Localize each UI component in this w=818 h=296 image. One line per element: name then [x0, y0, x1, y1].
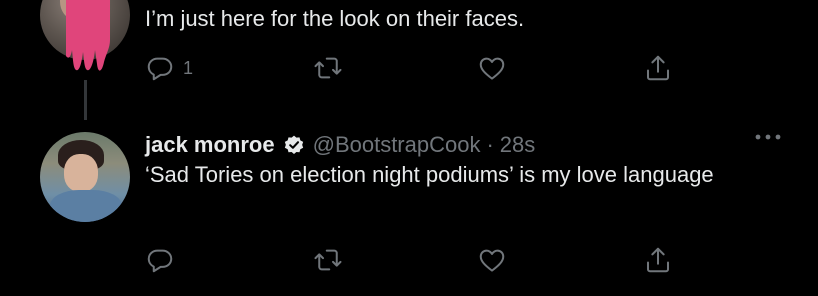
tweet-actions: 1 [145, 50, 685, 86]
share-icon [647, 247, 669, 273]
avatar-shirt [50, 190, 122, 222]
handle[interactable]: @BootstrapCook [313, 132, 481, 158]
timestamp[interactable]: 28s [500, 132, 535, 158]
retweet-icon [314, 249, 342, 271]
tweet-content: jack monroe @BootstrapCook · 28s ‘Sad To… [145, 130, 788, 190]
tweet-actions [145, 242, 685, 278]
tweet-2[interactable]: jack monroe @BootstrapCook · 28s ‘Sad To… [0, 120, 818, 296]
pink-drip-decoration [66, 0, 110, 71]
tweet-text: ‘Sad Tories on election night podiums’ i… [145, 162, 714, 187]
avatar-face [64, 154, 98, 192]
share-icon [647, 55, 669, 81]
like-button[interactable] [477, 50, 507, 86]
heart-icon [479, 249, 505, 272]
like-button[interactable] [477, 242, 507, 278]
share-button[interactable] [643, 242, 673, 278]
share-button[interactable] [643, 50, 673, 86]
avatar[interactable] [40, 132, 130, 222]
verified-badge-icon [284, 135, 303, 154]
reply-count: 1 [183, 57, 194, 78]
heart-icon [479, 57, 505, 80]
thread-line [84, 80, 87, 120]
tweet-header: jack monroe @BootstrapCook · 28s [145, 130, 788, 160]
tweet-content: I’m just here for the look on their face… [145, 4, 788, 34]
more-icon[interactable] [753, 130, 783, 144]
separator-dot: · [486, 132, 494, 157]
reply-button[interactable]: 1 [145, 50, 193, 86]
display-name[interactable]: jack monroe [145, 132, 275, 158]
reply-icon [147, 249, 173, 273]
tweet-1[interactable]: I’m just here for the look on their face… [0, 0, 818, 120]
reply-icon [147, 57, 173, 81]
retweet-button[interactable] [313, 50, 343, 86]
tweet-text: I’m just here for the look on their face… [145, 6, 525, 31]
retweet-icon [314, 57, 342, 79]
retweet-button[interactable] [313, 242, 343, 278]
reply-button[interactable] [145, 242, 175, 278]
